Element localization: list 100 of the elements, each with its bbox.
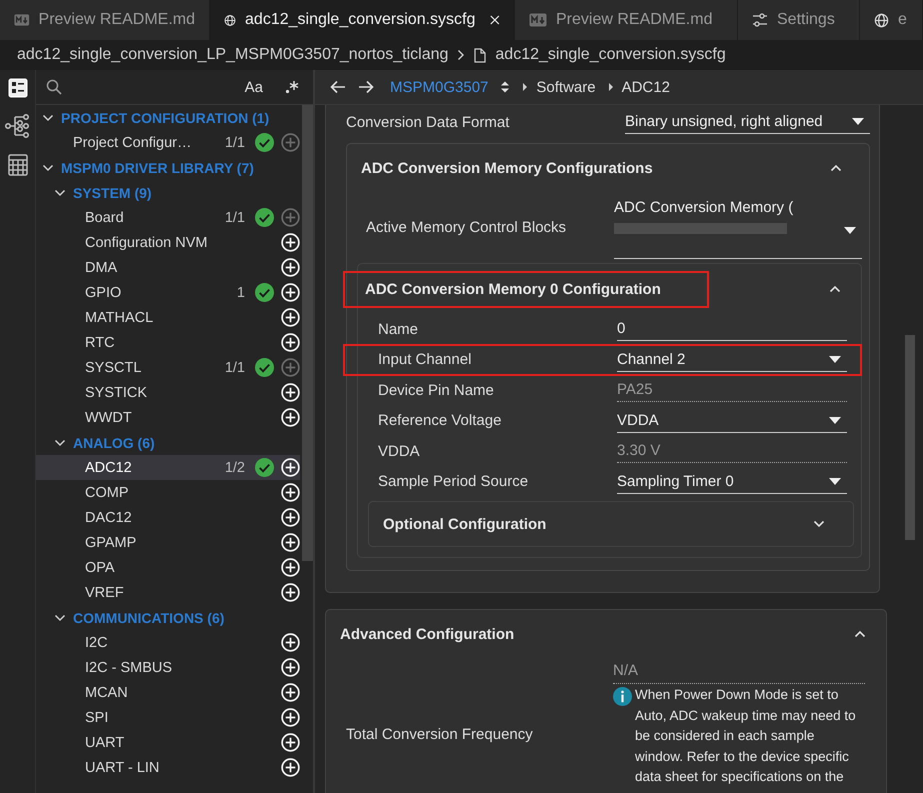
module-label[interactable]: MATHACL [85, 310, 245, 326]
add-icon[interactable] [281, 333, 300, 352]
category-label[interactable]: COMMUNICATIONS (6) [73, 610, 224, 626]
module-label[interactable]: Configuration NVM [85, 234, 245, 250]
module-label[interactable]: GPAMP [85, 534, 245, 550]
dropdown[interactable]: Binary unsigned, right aligned [625, 110, 870, 134]
module-label[interactable]: UART [85, 734, 245, 750]
multiselect-dropdown[interactable]: ADC Conversion Memory ( [614, 196, 862, 258]
field-label: Sample Period Source [378, 473, 530, 490]
add-icon[interactable] [281, 283, 300, 302]
add-icon[interactable] [281, 733, 300, 752]
add-icon[interactable] [281, 258, 300, 277]
chevron-icon[interactable] [42, 114, 54, 122]
chevron-icon[interactable] [854, 630, 866, 638]
editor-tab[interactable]: adc12_single_conversion.syscfg [210, 0, 515, 40]
chevron-icon[interactable] [54, 614, 66, 622]
path-segment[interactable]: ADC12 [622, 78, 670, 96]
chevron-icon[interactable] [42, 164, 54, 172]
scrollbar[interactable] [302, 105, 313, 561]
chevron-icon[interactable] [54, 188, 66, 196]
back-arrow-icon[interactable] [330, 80, 346, 94]
caret-icon [608, 82, 614, 92]
field-label: Device Pin Name [378, 382, 495, 399]
add-icon[interactable] [281, 458, 300, 477]
editor-tab[interactable]: Preview README.md [0, 0, 210, 40]
dropdown[interactable]: VDDA [617, 408, 847, 433]
readonly-field: PA25 [617, 378, 847, 402]
add-icon[interactable] [281, 658, 300, 677]
module-label[interactable]: SYSTICK [85, 384, 245, 400]
chevron-icon[interactable] [813, 520, 825, 528]
device-link[interactable]: MSPM0G3507 [390, 78, 488, 96]
chevron-icon[interactable] [54, 438, 66, 446]
add-icon[interactable] [281, 758, 300, 777]
category-label[interactable]: SYSTEM (9) [73, 184, 152, 200]
category-label[interactable]: MSPM0 DRIVER LIBRARY (7) [61, 160, 254, 176]
editor-tab[interactable]: Preview README.md [515, 0, 738, 40]
dropdown[interactable]: Sampling Timer 0 [617, 470, 847, 494]
module-label[interactable]: I2C [85, 634, 245, 650]
module-label[interactable]: ADC12 [85, 460, 225, 476]
caret-icon [829, 356, 841, 363]
section-title: Optional Configuration [383, 516, 546, 532]
chevron-icon[interactable] [829, 285, 841, 293]
input-field[interactable]: 0 [617, 317, 847, 342]
module-label[interactable]: Board [85, 210, 225, 226]
forward-arrow-icon[interactable] [358, 80, 374, 94]
add-icon[interactable] [281, 683, 300, 702]
globe-icon [224, 12, 236, 28]
dropdown[interactable]: Channel 2 [617, 348, 847, 372]
add-icon[interactable] [281, 383, 300, 402]
add-icon[interactable] [281, 558, 300, 577]
optional-panel[interactable]: Optional Configuration [368, 501, 854, 547]
add-icon[interactable] [281, 508, 300, 527]
breadcrumb-item[interactable]: adc12_single_conversion_LP_MSPM0G3507_nortos_ticlang [17, 46, 448, 64]
caret-icon [829, 478, 841, 485]
module-label[interactable]: Project Configur… [73, 134, 225, 150]
markdown-icon [529, 13, 547, 27]
calculator-icon[interactable] [8, 154, 28, 176]
readonly-field: 3.30 V [617, 439, 847, 464]
add-icon[interactable] [281, 483, 300, 502]
chevron-icon[interactable] [830, 164, 842, 172]
module-label[interactable]: MCAN [85, 684, 245, 700]
add-icon[interactable] [281, 408, 300, 427]
close-icon[interactable] [490, 14, 500, 26]
add-icon[interactable] [281, 308, 300, 327]
editor-tab[interactable]: e [860, 0, 923, 40]
instance-count: 1/1 [224, 210, 245, 226]
info-note: When Power Down Mode is set to Auto, ADC wakeup time may need to be considered in each sample window. Refer to the device specific data sheet for specifications on the [635, 686, 857, 786]
module-label[interactable]: RTC [85, 334, 245, 350]
module-label[interactable]: UART - LIN [85, 760, 245, 776]
field-label: Total Conversion Frequency [346, 725, 534, 743]
module-label[interactable]: VREF [85, 584, 245, 600]
editor-tab[interactable]: Settings [738, 0, 860, 40]
breadcrumb-item[interactable]: adc12_single_conversion.syscfg [495, 46, 726, 64]
add-icon[interactable] [281, 633, 300, 652]
globe-icon [874, 12, 889, 28]
add-icon[interactable] [281, 583, 300, 602]
module-label[interactable]: COMP [85, 484, 245, 500]
module-label[interactable]: OPA [85, 560, 245, 576]
scrollbar[interactable] [905, 335, 915, 540]
add-icon[interactable] [281, 233, 300, 252]
path-segment[interactable]: Software [536, 78, 596, 96]
field-label: Reference Voltage [378, 412, 502, 430]
category-label[interactable]: ANALOG (6) [73, 434, 155, 450]
markdown-icon [14, 13, 30, 27]
module-label[interactable]: WWDT [85, 410, 245, 426]
module-label[interactable]: I2C - SMBUS [85, 660, 245, 676]
module-label[interactable]: GPIO [85, 284, 237, 300]
caret-icon [829, 416, 841, 424]
regex-icon[interactable] [285, 80, 299, 94]
module-label[interactable]: SYSCTL [85, 360, 225, 376]
module-label[interactable]: DMA [85, 260, 245, 276]
list-icon[interactable] [8, 78, 28, 98]
module-label[interactable]: SPI [85, 710, 245, 726]
up-down-icon[interactable] [500, 80, 510, 94]
module-label[interactable]: DAC12 [85, 510, 245, 526]
add-icon[interactable] [281, 708, 300, 727]
tree-icon[interactable] [4, 114, 30, 138]
add-icon[interactable] [281, 533, 300, 552]
category-label[interactable]: PROJECT CONFIGURATION (1) [61, 110, 270, 126]
match-case-toggle[interactable]: Aa [244, 78, 263, 96]
